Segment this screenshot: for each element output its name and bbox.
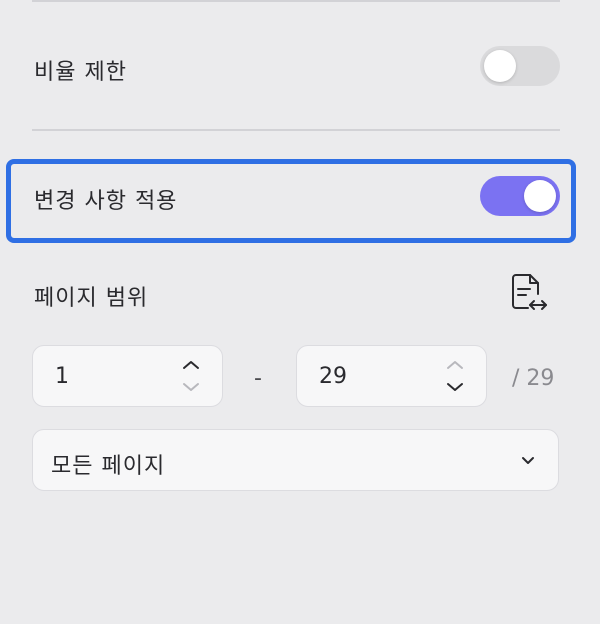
- toggle-knob: [484, 50, 516, 82]
- page-to-stepper[interactable]: [445, 357, 465, 397]
- aspect-ratio-toggle[interactable]: [480, 46, 560, 86]
- top-divider: [32, 0, 560, 2]
- aspect-ratio-label: 비율 제한: [34, 60, 127, 85]
- page-preset-select[interactable]: 모든 페이지: [32, 429, 559, 491]
- page-to-field[interactable]: 29: [296, 345, 487, 407]
- increment-icon: [447, 361, 463, 369]
- page-from-field[interactable]: 1: [32, 345, 223, 407]
- page-range-label: 페이지 범위: [34, 286, 149, 311]
- increment-icon: [183, 361, 199, 369]
- chevron-down-icon: [520, 452, 536, 472]
- page-total: / 29: [512, 366, 555, 391]
- page-from-stepper[interactable]: [181, 357, 201, 397]
- decrement-icon: [447, 383, 463, 391]
- page-from-value: 1: [55, 364, 69, 389]
- page-to-value: 29: [319, 364, 347, 389]
- range-separator: -: [254, 366, 262, 391]
- page-preset-value: 모든 페이지: [51, 454, 166, 479]
- page-swap-icon[interactable]: [508, 272, 550, 318]
- apply-changes-label: 변경 사항 적용: [34, 189, 178, 214]
- decrement-icon: [183, 383, 199, 391]
- toggle-knob: [524, 180, 556, 212]
- apply-changes-toggle[interactable]: [480, 176, 560, 216]
- section-divider: [32, 129, 560, 131]
